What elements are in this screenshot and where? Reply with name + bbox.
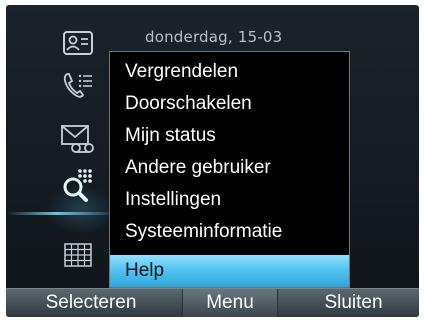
softkey-bar: Selecteren Menu Sluiten [6, 288, 419, 317]
dialpad-search-icon[interactable] [54, 168, 102, 202]
menu-item-help[interactable]: Help [110, 255, 349, 287]
calendar-grid-icon[interactable] [54, 238, 102, 272]
menu-item-systeeminformatie[interactable]: Systeeminformatie [110, 216, 349, 248]
call-log-icon[interactable] [54, 68, 102, 102]
select-softkey[interactable]: Selecteren [6, 289, 176, 317]
date-label: donderdag, 15-03 [145, 28, 283, 46]
active-icon-underline [6, 212, 118, 215]
contacts-icon[interactable] [54, 26, 102, 60]
device-frame: donderdag, 15-03 Vergrendelen Doorschake… [0, 0, 425, 322]
menu-item-vergrendelen[interactable]: Vergrendelen [110, 56, 349, 88]
menu-item-doorschakelen[interactable]: Doorschakelen [110, 88, 349, 120]
close-softkey[interactable]: Sluiten [288, 289, 419, 317]
phone-screen: donderdag, 15-03 Vergrendelen Doorschake… [6, 5, 419, 317]
menu-softkey[interactable]: Menu [182, 289, 278, 317]
options-menu: Vergrendelen Doorschakelen Mijn status A… [109, 51, 350, 288]
menu-item-mijn-status[interactable]: Mijn status [110, 120, 349, 152]
voicemail-icon[interactable] [54, 122, 102, 156]
menu-item-instellingen[interactable]: Instellingen [110, 184, 349, 216]
menu-item-andere-gebruiker[interactable]: Andere gebruiker [110, 152, 349, 184]
